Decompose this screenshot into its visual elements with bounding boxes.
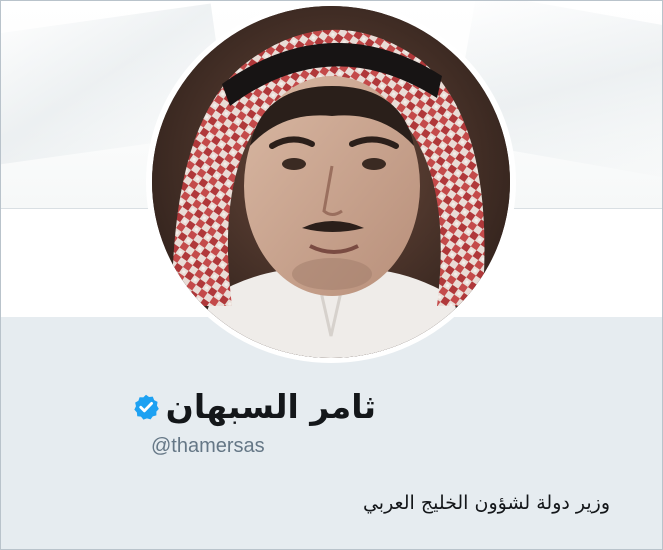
avatar[interactable] — [152, 6, 510, 358]
profile-bio: وزير دولة لشؤون الخليج العربي — [362, 492, 610, 514]
verified-badge-icon — [132, 393, 160, 421]
name-row: ثامر السبهان — [132, 385, 376, 429]
avatar-photo — [152, 6, 510, 358]
user-handle[interactable]: @thamersas — [151, 435, 265, 458]
display-name[interactable]: ثامر السبهان — [166, 385, 376, 429]
profile-header-screenshot: ثامر السبهان @thamersas وزير دولة لشؤون … — [0, 0, 663, 550]
